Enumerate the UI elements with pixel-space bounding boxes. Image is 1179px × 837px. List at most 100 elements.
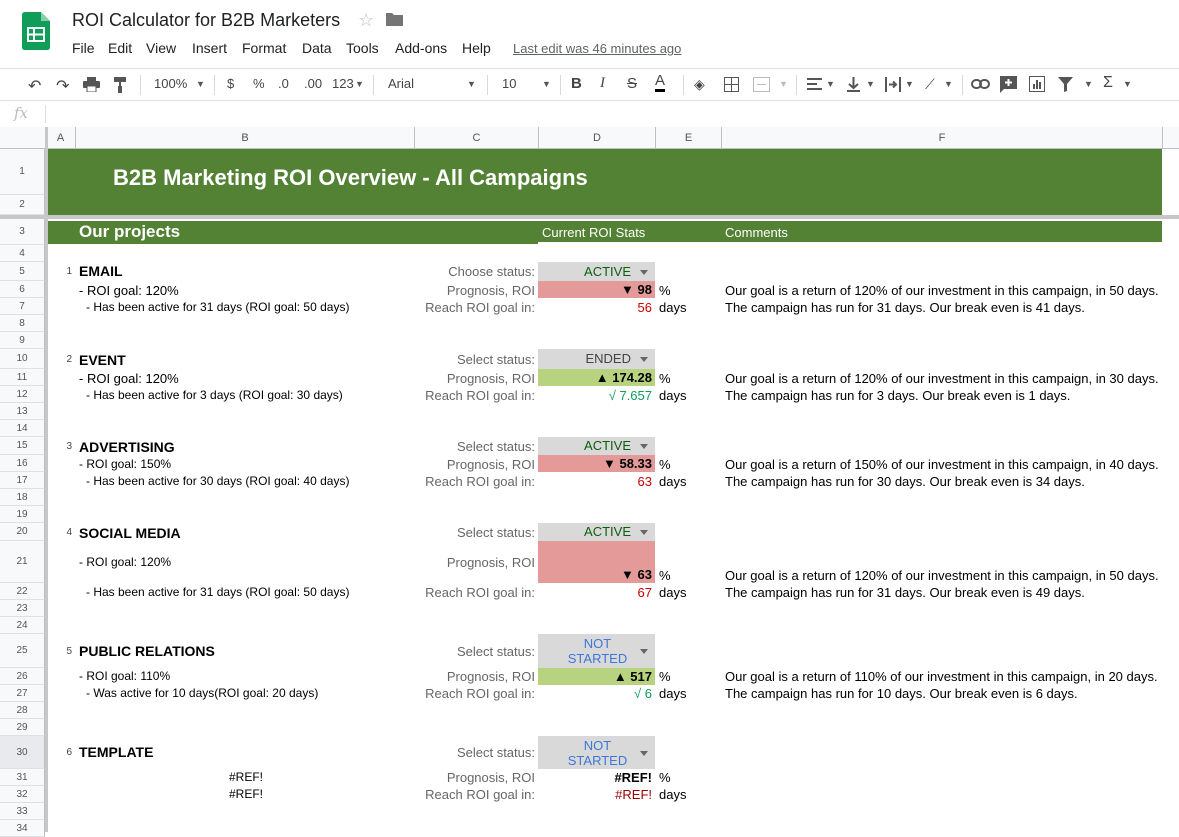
merge-caret-icon[interactable]: ▼ [779, 79, 788, 89]
active-days[interactable]: - Has been active for 30 days (ROI goal:… [86, 474, 349, 488]
roi-goal[interactable]: - ROI goal: 120% [79, 283, 179, 298]
project-name[interactable]: TEMPLATE [79, 744, 153, 760]
wrap-caret-icon[interactable]: ▼ [905, 79, 914, 89]
insert-chart-icon[interactable] [1029, 76, 1045, 92]
reach-value[interactable]: √ 7.657 [538, 388, 652, 403]
comment-goal[interactable]: Our goal is a return of 120% of our inve… [725, 568, 1159, 583]
status-dropdown[interactable]: ACTIVE [538, 523, 655, 541]
roi-goal[interactable]: - ROI goal: 110% [79, 669, 170, 683]
vertical-align-icon[interactable] [847, 77, 860, 92]
comment-break-even[interactable]: The campaign has run for 10 days. Our br… [725, 686, 1078, 701]
align-caret-icon[interactable]: ▼ [826, 79, 835, 89]
row-header[interactable]: 19 [0, 506, 45, 523]
active-days[interactable]: - Has been active for 31 days (ROI goal:… [86, 585, 349, 599]
row-header[interactable]: 31 [0, 769, 45, 786]
paint-format-icon[interactable] [114, 77, 127, 93]
status-label[interactable]: Select status: [415, 644, 535, 659]
row-header[interactable]: 12 [0, 386, 45, 403]
row-header[interactable]: 15 [0, 437, 45, 455]
bold-button[interactable]: B [571, 75, 582, 92]
column-header-d[interactable]: D [539, 127, 656, 149]
reach-label[interactable]: Reach ROI goal in: [415, 585, 535, 600]
days-unit[interactable]: days [659, 388, 686, 403]
row-header[interactable]: 26 [0, 668, 45, 685]
row-header[interactable]: 17 [0, 472, 45, 489]
status-dropdown[interactable]: NOT STARTED [538, 634, 655, 668]
font-caret-icon[interactable]: ▼ [467, 79, 476, 89]
roi-value[interactable]: ▲ 517 [538, 668, 655, 685]
prognosis-label[interactable]: Prognosis, ROI [415, 457, 535, 472]
roi-value[interactable]: #REF! [538, 769, 655, 786]
valign-caret-icon[interactable]: ▼ [866, 79, 875, 89]
percent-unit[interactable]: % [659, 568, 671, 583]
status-dropdown[interactable]: NOT STARTED [538, 736, 655, 769]
undo-icon[interactable]: ↶ [28, 76, 41, 96]
filter-icon[interactable] [1058, 77, 1073, 92]
merge-cells-icon[interactable] [753, 77, 770, 92]
days-unit[interactable]: days [659, 585, 686, 600]
roi-value[interactable]: ▲ 174.28 [538, 369, 655, 386]
last-edit-link[interactable]: Last edit was 46 minutes ago [513, 41, 681, 56]
row-header[interactable]: 25 [0, 634, 45, 668]
status-dropdown[interactable]: ENDED [538, 349, 655, 369]
stats-header[interactable]: Current ROI Stats [542, 225, 645, 240]
comment-break-even[interactable]: The campaign has run for 30 days. Our br… [725, 474, 1085, 489]
comment-break-even[interactable]: The campaign has run for 3 days. Our bre… [725, 388, 1070, 403]
more-formats-button[interactable]: 123 [332, 76, 354, 91]
comment-goal[interactable]: Our goal is a return of 150% of our inve… [725, 457, 1159, 472]
prognosis-label[interactable]: Prognosis, ROI [415, 371, 535, 386]
reach-label[interactable]: Reach ROI goal in: [415, 787, 535, 802]
menu-insert[interactable]: Insert [192, 40, 227, 56]
row-header[interactable]: 30 [0, 736, 45, 769]
row-header[interactable]: 18 [0, 489, 45, 506]
comment-break-even[interactable]: The campaign has run for 31 days. Our br… [725, 300, 1085, 315]
roi-goal[interactable]: - ROI goal: 150% [79, 457, 171, 471]
status-label[interactable]: Select status: [415, 439, 535, 454]
roi-value[interactable]: ▼ 58.33 [538, 455, 655, 472]
roi-goal[interactable]: - ROI goal: 120% [79, 555, 171, 569]
project-number[interactable]: 4 [58, 527, 72, 538]
row-header[interactable]: 6 [0, 281, 45, 298]
status-label[interactable]: Select status: [415, 745, 535, 760]
percent-unit[interactable]: % [659, 669, 671, 684]
column-header-c[interactable]: C [415, 127, 539, 149]
project-number[interactable]: 1 [58, 266, 72, 277]
project-name[interactable]: ADVERTISING [79, 439, 175, 455]
font-select[interactable]: Arial [388, 76, 414, 91]
row-header[interactable]: 10 [0, 349, 45, 369]
insert-comment-icon[interactable] [1000, 76, 1017, 93]
roi-goal[interactable]: - ROI goal: 120% [79, 371, 179, 386]
project-name[interactable]: PUBLIC RELATIONS [79, 643, 215, 659]
percent-unit[interactable]: % [659, 371, 671, 386]
project-number[interactable]: 3 [58, 441, 72, 452]
days-unit[interactable]: days [659, 474, 686, 489]
reach-value[interactable]: 56 [538, 300, 652, 315]
row-header[interactable]: 4 [0, 245, 45, 262]
status-dropdown[interactable]: ACTIVE [538, 437, 655, 455]
formats-caret-icon[interactable]: ▼ [355, 79, 364, 89]
row-header[interactable]: 23 [0, 600, 45, 617]
row-header[interactable]: 21 [0, 541, 45, 583]
reach-value[interactable]: #REF! [538, 787, 652, 802]
column-header-f[interactable]: F [722, 127, 1163, 149]
row-header[interactable]: 20 [0, 523, 45, 541]
text-wrap-icon[interactable] [885, 77, 901, 92]
active-days[interactable]: - Has been active for 31 days (ROI goal:… [86, 300, 349, 314]
rotation-caret-icon[interactable]: ▼ [944, 79, 953, 89]
redo-icon[interactable]: ↷ [56, 76, 69, 96]
row-header[interactable]: 14 [0, 420, 45, 437]
select-all-corner[interactable] [0, 127, 46, 149]
row-header[interactable]: 32 [0, 786, 45, 803]
projects-header[interactable]: Our projects [79, 222, 180, 242]
row-header[interactable]: 13 [0, 403, 45, 420]
document-title[interactable]: ROI Calculator for B2B Marketers [72, 10, 340, 31]
active-days[interactable]: - Was active for 10 days(ROI goal: 20 da… [86, 686, 318, 700]
align-left-icon[interactable] [807, 78, 822, 91]
banner-title[interactable]: B2B Marketing ROI Overview - All Campaig… [113, 165, 588, 191]
row-header[interactable]: 7 [0, 298, 45, 315]
reach-value[interactable]: 67 [538, 585, 652, 600]
folder-icon[interactable] [386, 12, 403, 26]
menu-view[interactable]: View [146, 40, 176, 56]
row-header[interactable]: 22 [0, 583, 45, 600]
project-name[interactable]: EMAIL [79, 263, 123, 279]
